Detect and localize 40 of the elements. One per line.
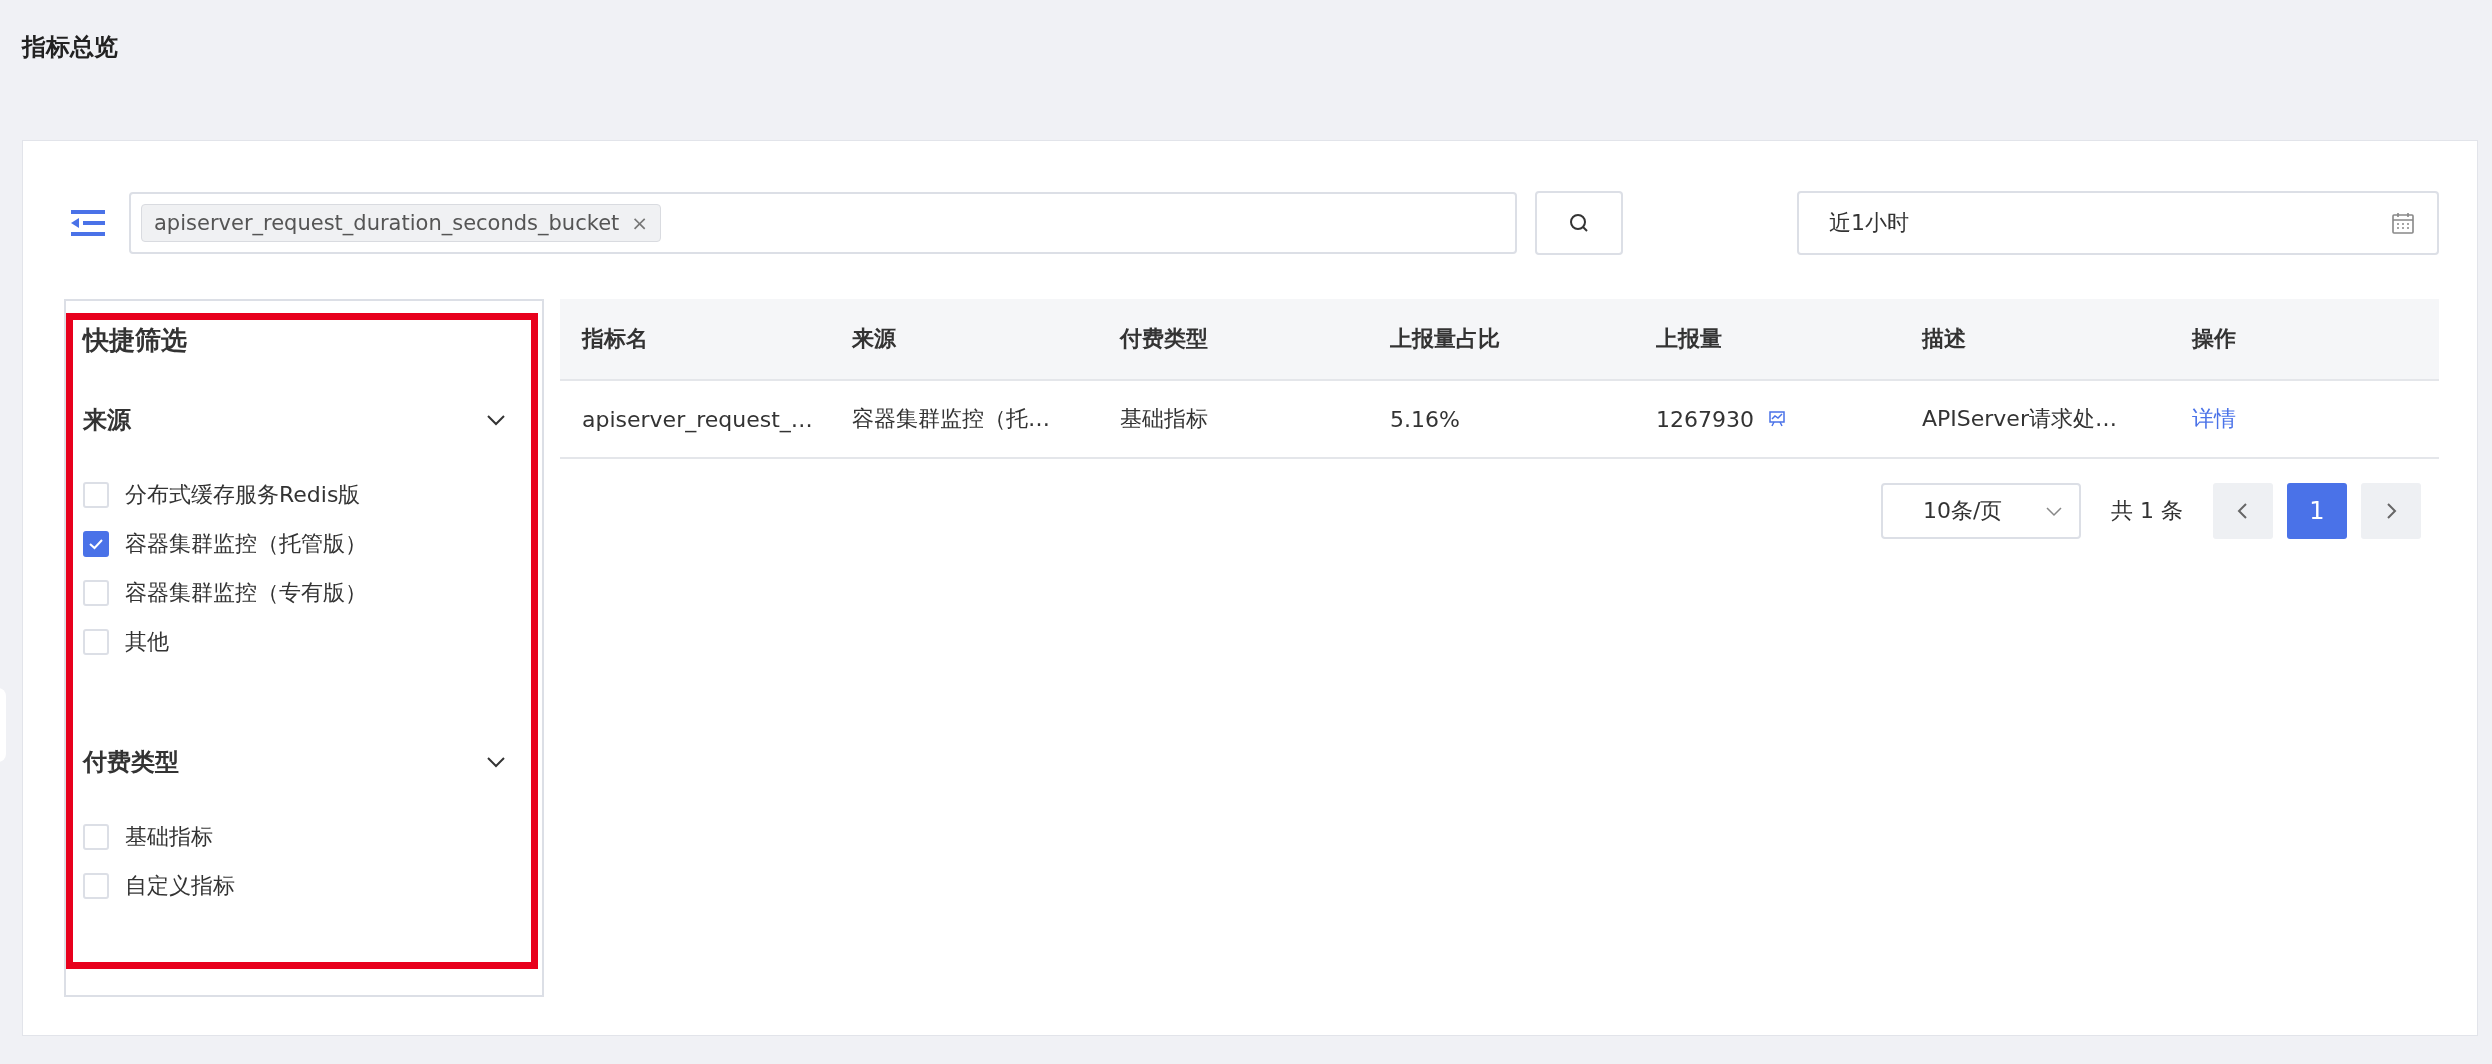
filter-group-title: 付费类型 (83, 747, 179, 778)
total-count: 共 1 条 (2111, 497, 2183, 525)
table-cell: 1267930 (1656, 406, 1754, 432)
checkbox-label: 容器集群监控（托管版） (125, 529, 367, 558)
checkbox-label: 基础指标 (125, 822, 213, 851)
checkbox-label: 分布式缓存服务Redis版 (125, 480, 361, 509)
remove-tag-button[interactable]: × (631, 211, 649, 235)
previous-page-button[interactable] (2213, 483, 2273, 539)
checkbox[interactable] (83, 530, 109, 557)
filter-group-title: 来源 (83, 405, 131, 436)
page-size-select[interactable]: 10条/页 (1881, 483, 2081, 539)
column-header: 上报量占比 (1389, 325, 1501, 353)
checkbox-label: 自定义指标 (125, 871, 235, 900)
details-link[interactable]: 详情 (2192, 404, 2236, 434)
filter-title: 快捷筛选 (83, 324, 188, 357)
search-icon (1568, 212, 1590, 234)
table-cell-text: APIServer请求处… (1922, 405, 2117, 433)
column-header: 操作 (2190, 325, 2237, 353)
table-cell: apiserver_request_… (582, 406, 813, 432)
search-button[interactable] (1535, 191, 1623, 255)
table-cell-text: 基础指标 (1120, 405, 1208, 433)
checkbox-label: 容器集群监控（专有版） (125, 578, 367, 607)
checkbox-label: 其他 (125, 627, 169, 656)
menu-collapse-icon[interactable] (71, 210, 105, 236)
table-cell-text: 容器集群监控（托… (852, 405, 1050, 433)
page-button[interactable]: 1 (2287, 483, 2347, 539)
column-header: 付费类型 (1118, 325, 1209, 353)
column-header: 指标名 (580, 325, 649, 353)
metric-search-field[interactable]: apiserver_request_duration_seconds_bucket × (129, 192, 1517, 254)
time-range-value: 近1小时 (1829, 209, 1909, 237)
column-header: 描述 (1920, 325, 1967, 353)
column-header: 上报量 (1655, 325, 1723, 353)
tag-label: apiserver_request_duration_seconds_bucket (154, 211, 620, 235)
next-page-button[interactable] (2361, 483, 2421, 539)
page-title: 指标总览 (20, 32, 119, 63)
calendar-icon (2391, 211, 2415, 235)
table-cell: 5.16% (1390, 406, 1460, 432)
time-range-field[interactable]: 近1小时 (1797, 191, 2439, 255)
column-header: 来源 (851, 325, 897, 353)
chart-icon[interactable] (1768, 410, 1786, 428)
